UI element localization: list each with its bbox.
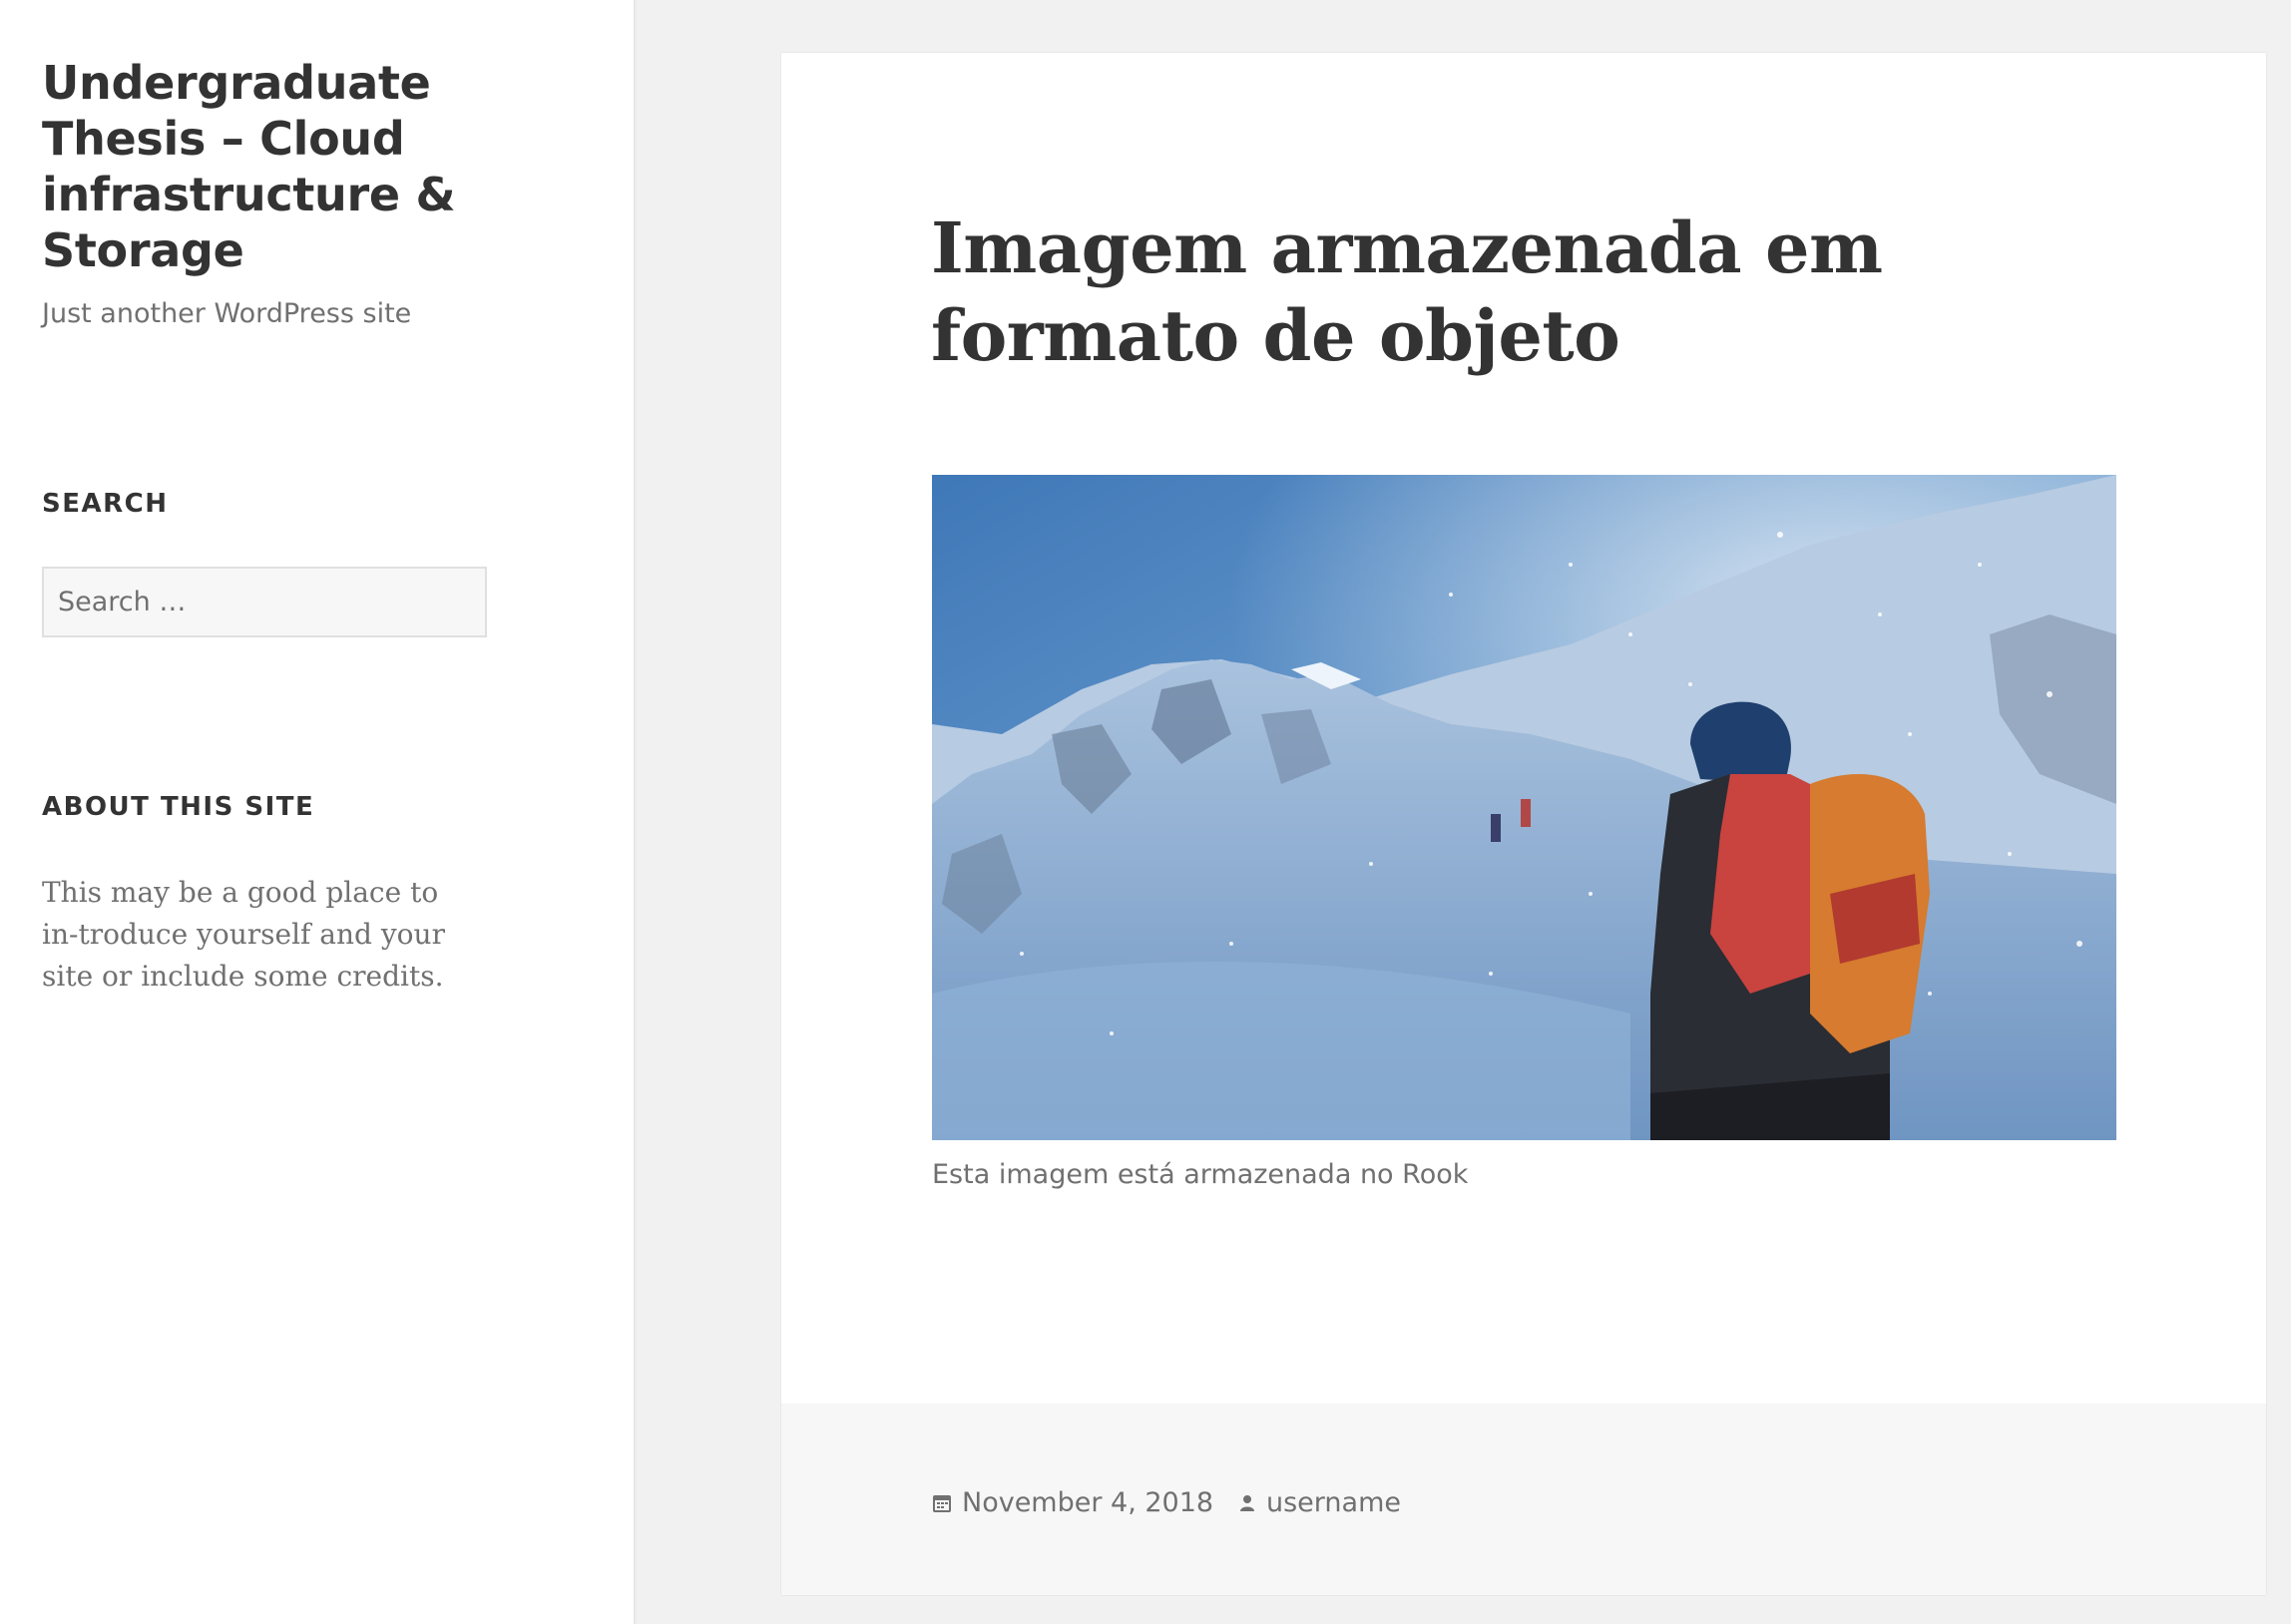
- about-widget-title: ABOUT THIS SITE: [42, 792, 315, 822]
- post-date: November 4, 2018: [962, 1487, 1214, 1518]
- site-description: Just another WordPress site: [42, 298, 412, 329]
- post-article: Imagem armazenada em formato de objeto E…: [781, 53, 2266, 1595]
- post-image-mountaineers: [932, 475, 2116, 1140]
- post-title: Imagem armazenada em formato de objeto: [931, 206, 1883, 377]
- sidebar: Undergraduate Thesis – Cloud infrastruct…: [0, 0, 634, 1624]
- post-footer: November 4, 2018 username: [781, 1404, 2266, 1595]
- search-widget-title: SEARCH: [42, 489, 169, 519]
- about-widget-text: This may be a good place to in-troduce y…: [42, 876, 445, 993]
- user-icon: [1240, 1495, 1254, 1511]
- site-title-link[interactable]: Undergraduate Thesis – Cloud infrastruct…: [42, 55, 501, 278]
- post-author-link[interactable]: username: [1238, 1485, 1401, 1521]
- post-author: username: [1266, 1487, 1401, 1518]
- image-caption: Esta imagem está armazenada no Rook: [932, 1159, 1469, 1190]
- search-input[interactable]: [42, 567, 487, 637]
- calendar-icon: [933, 1495, 951, 1512]
- post-date-link[interactable]: November 4, 2018: [932, 1485, 1213, 1521]
